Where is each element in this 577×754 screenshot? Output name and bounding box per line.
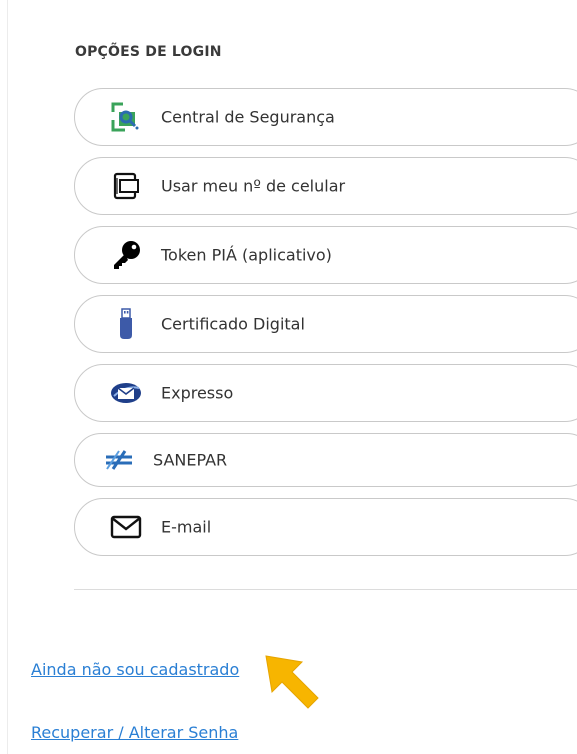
login-option-label: E-mail	[161, 517, 212, 537]
recover-password-link[interactable]: Recuperar / Alterar Senha	[31, 723, 238, 742]
left-border-line	[7, 0, 8, 754]
key-icon	[108, 237, 144, 273]
section-divider	[74, 589, 577, 590]
mobile-phone-icon	[108, 168, 144, 204]
usb-token-icon	[108, 306, 144, 342]
sanepar-icon	[101, 442, 137, 478]
login-option-label: Central de Segurança	[161, 107, 335, 127]
login-option-expresso[interactable]: Expresso	[74, 364, 577, 422]
central-seguranca-icon	[108, 99, 144, 135]
login-option-token-pia[interactable]: Token PIÁ (aplicativo)	[74, 226, 577, 284]
login-option-email[interactable]: E-mail	[74, 498, 577, 556]
login-option-label: Expresso	[161, 383, 234, 403]
login-option-celular[interactable]: Usar meu nº de celular	[74, 157, 577, 215]
login-option-label: Token PIÁ (aplicativo)	[161, 245, 332, 265]
login-option-label: SANEPAR	[153, 450, 228, 470]
login-option-label: Usar meu nº de celular	[161, 176, 346, 196]
pointer-arrow-icon	[262, 652, 326, 720]
login-option-certificado-digital[interactable]: Certificado Digital	[74, 295, 577, 353]
login-option-central-seguranca[interactable]: Central de Segurança	[74, 88, 577, 146]
login-option-label: Certificado Digital	[161, 314, 305, 334]
expresso-mail-icon	[108, 375, 144, 411]
login-option-sanepar[interactable]: SANEPAR	[74, 433, 577, 487]
register-link[interactable]: Ainda não sou cadastrado	[31, 660, 239, 679]
login-options-title: OPÇÕES DE LOGIN	[75, 44, 222, 60]
envelope-icon	[108, 509, 144, 545]
